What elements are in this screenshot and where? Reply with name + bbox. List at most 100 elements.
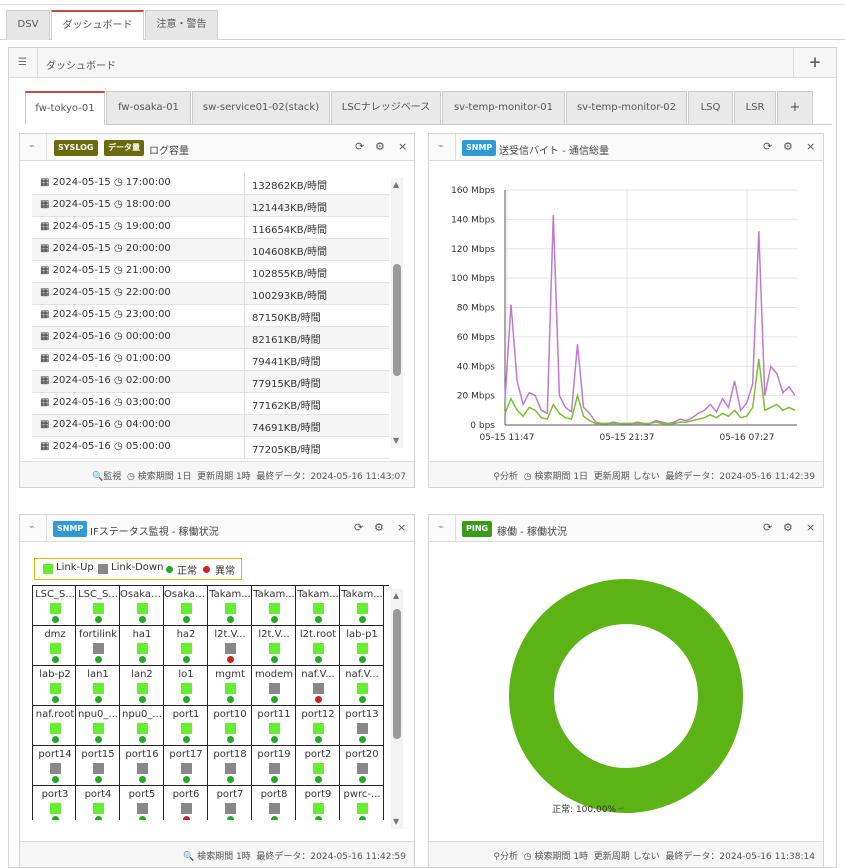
refresh-icon[interactable]: ⟳ (763, 140, 772, 153)
link-status-square (50, 763, 61, 774)
if-cell[interactable]: port7 (208, 786, 252, 820)
subtab-sw-service[interactable]: sw-service01-02(stack) (192, 91, 330, 125)
link-status-square (269, 763, 280, 774)
if-cell[interactable]: lan2 (120, 666, 164, 706)
log-value: 100293KB/時間 (252, 291, 327, 302)
if-cell[interactable]: port11 (252, 706, 296, 746)
if-cell[interactable]: npu0_... (120, 706, 164, 746)
if-cell[interactable]: port13 (340, 706, 384, 746)
calendar-icon: ▦ (40, 331, 50, 342)
if-cell[interactable]: port2 (296, 746, 340, 786)
if-cell[interactable]: lab-p2 (32, 666, 76, 706)
list-icon[interactable]: ☰ (18, 57, 27, 68)
if-cell[interactable]: port17 (164, 746, 208, 786)
if-cell[interactable]: port14 (32, 746, 76, 786)
gear-icon[interactable]: ⚙ (783, 521, 793, 534)
health-status-dot (315, 736, 322, 743)
subtab-sv-temp-02[interactable]: sv-temp-monitor-02 (566, 91, 687, 125)
log-row: ▦ 2024-05-15 ◷ 23:00:00 87150KB/時間 (32, 305, 389, 327)
refresh-icon[interactable]: ⟳ (354, 521, 363, 534)
if-name: port7 (216, 789, 244, 800)
close-icon[interactable]: × (397, 521, 406, 534)
if-cell[interactable]: Osaka-p1 (120, 586, 164, 626)
if-cell[interactable]: port1 (164, 706, 208, 746)
log-value: 132862KB/時間 (252, 181, 327, 192)
subtab-lsc-knowledge[interactable]: LSCナレッジベース (331, 91, 441, 125)
if-cell[interactable]: port20 (340, 746, 384, 786)
log-scrollbar[interactable]: ▲ ▼ (391, 178, 403, 448)
close-icon[interactable]: × (806, 521, 815, 534)
gear-icon[interactable]: ⚙ (375, 140, 385, 153)
if-cell[interactable]: port15 (76, 746, 120, 786)
subtab-lsq[interactable]: LSQ (688, 91, 733, 125)
subtab-fw-tokyo-01[interactable]: fw-tokyo-01 (25, 91, 105, 125)
if-cell[interactable]: ha1 (120, 626, 164, 666)
subtab-fw-osaka-01[interactable]: fw-osaka-01 (106, 91, 191, 125)
if-cell[interactable]: fortilink (76, 626, 120, 666)
link-status-square (357, 803, 368, 814)
if-cell[interactable]: port8 (252, 786, 296, 820)
if-cell[interactable]: lab-p1 (340, 626, 384, 666)
if-cell[interactable]: pwrc-... (340, 786, 384, 820)
health-status-dot (271, 736, 278, 743)
if-cell[interactable]: Takam... (208, 586, 252, 626)
subtab-sv-temp-01[interactable]: sv-temp-monitor-01 (442, 91, 565, 125)
health-status-dot (271, 616, 278, 623)
if-cell[interactable]: Takam... (252, 586, 296, 626)
gear-icon[interactable]: ⚙ (374, 521, 384, 534)
if-cell[interactable]: naf.V... (296, 666, 340, 706)
if-cell[interactable]: port18 (208, 746, 252, 786)
if-cell[interactable]: LSC_S... (76, 586, 120, 626)
if-cell[interactable]: port10 (208, 706, 252, 746)
if-cell[interactable]: ha2 (164, 626, 208, 666)
if-cell[interactable]: port12 (296, 706, 340, 746)
health-status-dot (271, 776, 278, 783)
subtab-add[interactable]: + (777, 91, 813, 125)
analysis-link[interactable]: 分析 (500, 472, 518, 482)
gear-icon[interactable]: ⚙ (783, 140, 793, 153)
if-cell[interactable]: Takam... (340, 586, 384, 626)
if-cell[interactable]: port16 (120, 746, 164, 786)
if-cell[interactable]: dmz (32, 626, 76, 666)
if-scrollbar[interactable]: ▲ ▼ (391, 589, 403, 829)
if-name: port13 (345, 709, 379, 720)
log-date: 2024-05-16 (52, 419, 111, 430)
tab-dashboard[interactable]: ダッシュボード (51, 10, 144, 40)
close-icon[interactable]: × (806, 140, 815, 153)
analysis-link[interactable]: 分析 (500, 852, 518, 862)
if-cell[interactable]: naf.V... (340, 666, 384, 706)
if-cell[interactable]: l2t.root (296, 626, 340, 666)
tab-dsv[interactable]: DSV (6, 10, 50, 40)
if-cell[interactable]: lan1 (76, 666, 120, 706)
link-status-square (181, 803, 192, 814)
if-cell[interactable]: naf.root (32, 706, 76, 746)
if-cell[interactable]: port6 (164, 786, 208, 820)
if-cell[interactable]: npu0_... (76, 706, 120, 746)
if-cell[interactable]: port19 (252, 746, 296, 786)
ping-panel-title: 稼働 - 稼働状況 (497, 527, 567, 538)
if-cell[interactable]: port4 (76, 786, 120, 820)
if-cell[interactable]: Takam... (296, 586, 340, 626)
if-cell[interactable]: port3 (32, 786, 76, 820)
add-dashboard-button[interactable]: + (793, 48, 836, 77)
health-status-dot (139, 776, 146, 783)
subtab-lsr[interactable]: LSR (734, 91, 776, 125)
if-cell[interactable]: l2t.V... (252, 626, 296, 666)
if-cell[interactable]: l2t.V... (208, 626, 252, 666)
pie-slice-label: 正常: 100.00% (552, 803, 616, 815)
close-icon[interactable]: × (398, 140, 407, 153)
link-status-square (137, 643, 148, 654)
if-cell[interactable]: lo1 (164, 666, 208, 706)
refresh-icon[interactable]: ⟳ (355, 140, 364, 153)
if-name: l2t.root (299, 629, 337, 640)
if-name: naf.V... (345, 669, 379, 680)
refresh-icon[interactable]: ⟳ (763, 521, 772, 534)
if-cell[interactable]: modem (252, 666, 296, 706)
if-cell[interactable]: LSC_S... (32, 586, 76, 626)
if-cell[interactable]: Osaka-p2 (164, 586, 208, 626)
tab-alerts[interactable]: 注意・警告 (145, 10, 218, 40)
monitor-link[interactable]: 監視 (103, 472, 121, 482)
if-cell[interactable]: mgmt (208, 666, 252, 706)
if-cell[interactable]: port5 (120, 786, 164, 820)
if-cell[interactable]: port9 (296, 786, 340, 820)
